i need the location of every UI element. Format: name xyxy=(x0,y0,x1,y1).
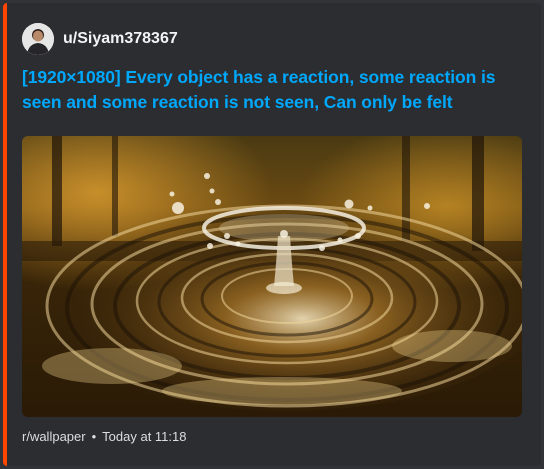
water-drop-splash-image xyxy=(22,136,522,417)
footer-separator: • xyxy=(91,429,97,444)
embed-author: u/Siyam378367 xyxy=(22,23,178,55)
post-title-link[interactable]: [1920×1080] Every object has a reaction,… xyxy=(22,65,532,115)
embed-footer: r/wallpaper • Today at 11:18 xyxy=(22,429,186,445)
reddit-embed-card: u/Siyam378367 [1920×1080] Every object h… xyxy=(3,3,541,466)
post-image[interactable] xyxy=(22,136,522,417)
post-timestamp: Today at 11:18 xyxy=(102,429,187,444)
author-avatar[interactable] xyxy=(22,23,54,55)
discord-message-area: u/Siyam378367 [1920×1080] Every object h… xyxy=(0,0,544,469)
author-name[interactable]: u/Siyam378367 xyxy=(63,29,178,49)
embed-accent-bar xyxy=(3,3,7,466)
subreddit-name: r/wallpaper xyxy=(22,429,86,444)
